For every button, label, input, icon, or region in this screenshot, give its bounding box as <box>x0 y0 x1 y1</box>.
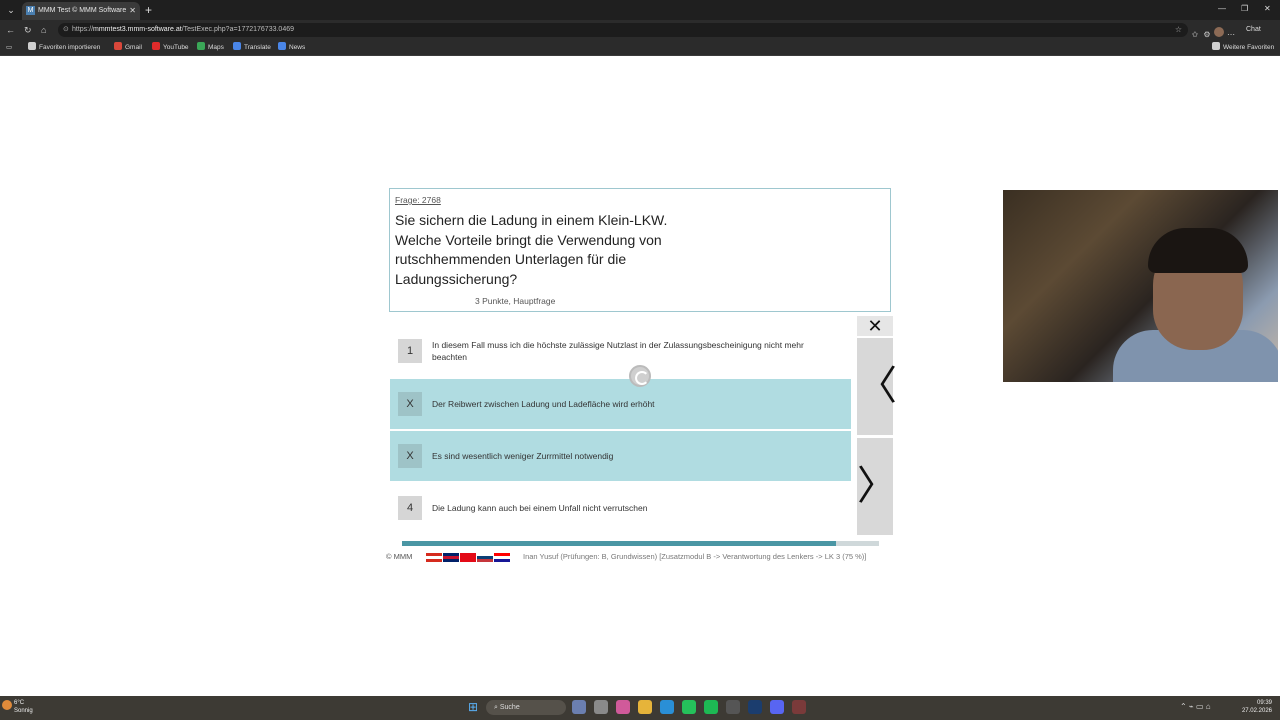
youtube-icon <box>152 42 160 50</box>
answer-option-4[interactable]: 4 Die Ladung kann auch bei einem Unfall … <box>390 483 851 533</box>
extensions-icon[interactable]: ⚙ <box>1202 30 1212 40</box>
page-content: Frage: 2768 Sie sichern die Ladung in ei… <box>2 57 1278 694</box>
taskbar-clock[interactable]: 09:39 27.02.2026 <box>1240 699 1272 715</box>
site-info-icon[interactable]: ⊙ <box>63 24 69 36</box>
refresh-icon[interactable]: ↻ <box>24 24 32 36</box>
answer-key[interactable]: 1 <box>398 339 422 363</box>
language-flag-icon[interactable] <box>460 553 476 562</box>
answer-option-2[interactable]: X Der Reibwert zwischen Ladung und Ladef… <box>390 379 851 429</box>
language-flag-icon[interactable] <box>477 553 493 562</box>
answer-option-1[interactable]: 1 In diesem Fall muss ich die höchste zu… <box>390 332 851 382</box>
browser-tab-bar: ⌄ M MMM Test © MMM Software 2024 ✕ + — ❐… <box>0 0 1280 20</box>
loading-spinner-icon <box>629 365 651 387</box>
copyright-text: © MMM <box>386 552 413 561</box>
tab-title: MMM Test © MMM Software 2024 <box>38 7 126 14</box>
spotify-icon[interactable] <box>704 700 718 714</box>
minimize-icon[interactable]: — <box>1218 3 1226 15</box>
close-test-button[interactable]: ✕ <box>857 316 893 336</box>
language-flags <box>426 553 514 562</box>
new-tab-icon[interactable]: + <box>145 2 152 18</box>
bookmark-youtube[interactable]: YouTube <box>152 42 189 54</box>
windows-taskbar: 6°C Sonnig ⊞ ⌕ Suche ⌃ ⌁ ▭ ⌂ 09:39 27.02… <box>0 696 1280 720</box>
user-info-text: Inan Yusuf (Prüfungen: B, Grundwissen) [… <box>523 552 867 561</box>
weather-widget[interactable]: 6°C Sonnig <box>2 699 33 715</box>
folder-icon <box>28 42 36 50</box>
maps-icon <box>197 42 205 50</box>
progress-fill <box>402 541 837 546</box>
taskbar-search[interactable]: ⌕ Suche <box>486 700 566 715</box>
bookmark-news[interactable]: News <box>278 42 305 54</box>
copilot-chat-button[interactable]: Chat <box>1246 24 1261 36</box>
discord-icon[interactable] <box>770 700 784 714</box>
progress-bar <box>402 541 879 546</box>
bookmark-translate[interactable]: Translate <box>233 42 271 54</box>
clock-date: 27.02.2026 <box>1241 708 1272 714</box>
answer-text: Die Ladung kann auch bei einem Unfall ni… <box>432 503 648 513</box>
answer-text: In diesem Fall muss ich die höchste zulä… <box>432 340 804 362</box>
answer-key[interactable]: 4 <box>398 496 422 520</box>
weather-sun-icon <box>2 700 12 710</box>
previous-question-button[interactable]: 〈 <box>857 338 897 435</box>
question-meta: 3 Punkte, Hauptfrage <box>475 296 556 306</box>
site-favicon-icon: M <box>26 6 35 15</box>
bookmark-maps[interactable]: Maps <box>197 42 224 54</box>
gmail-icon <box>114 42 122 50</box>
weather-temp: 6°C <box>14 700 25 706</box>
bookmarks-bar: ▭ Favoriten importieren Gmail YouTube Ma… <box>0 40 1280 56</box>
window-close-icon[interactable]: ✕ <box>1264 3 1271 15</box>
back-icon[interactable]: ← <box>6 24 15 36</box>
news-icon <box>278 42 286 50</box>
translate-icon <box>233 42 241 50</box>
tab-list-icon[interactable]: ⌄ <box>4 3 18 17</box>
url-input[interactable]: ⊙ https://mmmtest3.mmm-software.at/TestE… <box>58 23 1188 37</box>
app-icon[interactable] <box>726 700 740 714</box>
bookmark-gmail[interactable]: Gmail <box>114 42 142 54</box>
next-question-button[interactable]: 〉 <box>857 438 897 535</box>
windows-start-icon[interactable]: ⊞ <box>468 701 480 713</box>
person-hair <box>1148 228 1248 273</box>
answer-key[interactable]: X <box>398 392 422 416</box>
steam-icon[interactable] <box>748 700 762 714</box>
more-menu-icon[interactable]: ⋯ <box>1226 30 1236 40</box>
home-icon[interactable]: ⌂ <box>41 24 46 36</box>
clock-time: 09:39 <box>1256 700 1272 706</box>
bookmark-import[interactable]: Favoriten importieren <box>28 42 100 54</box>
system-tray[interactable]: ⌃ ⌁ ▭ ⌂ <box>1180 701 1211 713</box>
language-flag-icon[interactable] <box>443 553 459 562</box>
weather-condition: Sonnig <box>14 708 33 714</box>
profile-avatar[interactable] <box>1214 27 1224 37</box>
folder-icon <box>1212 42 1220 50</box>
address-toolbar: ← ↻ ⌂ ⊙ https://mmmtest3.mmm-software.at… <box>0 20 1280 40</box>
question-text: Sie sichern die Ladung in einem Klein-LK… <box>395 212 668 287</box>
webcam-overlay <box>1003 190 1278 382</box>
footer: © MMM Inan Yusuf (Prüfungen: B, Grundwis… <box>386 551 886 563</box>
answer-text: Der Reibwert zwischen Ladung und Ladeflä… <box>432 399 655 409</box>
answer-text: Es sind wesentlich weniger Zurrmittel no… <box>432 451 614 461</box>
browser-tab[interactable]: M MMM Test © MMM Software 2024 ✕ <box>22 2 140 20</box>
url-text: https://mmmtest3.mmm-software.at/TestExe… <box>72 26 294 33</box>
edge-icon[interactable] <box>660 700 674 714</box>
answer-key[interactable]: X <box>398 444 422 468</box>
tab-close-icon[interactable]: ✕ <box>129 5 136 17</box>
whatsapp-icon[interactable] <box>682 700 696 714</box>
maximize-icon[interactable]: ❐ <box>1241 3 1248 15</box>
language-flag-icon[interactable] <box>426 553 442 562</box>
app-icon[interactable] <box>792 700 806 714</box>
bookmark-star-icon[interactable]: ☆ <box>1175 24 1182 36</box>
taskbar-apps <box>572 700 822 716</box>
app-icon[interactable] <box>594 700 608 714</box>
language-flag-icon[interactable] <box>494 553 510 562</box>
other-bookmarks[interactable]: Weitere Favoriten <box>1212 42 1274 54</box>
bookmarks-toggle-icon[interactable]: ▭ <box>6 42 12 54</box>
copilot-icon[interactable] <box>616 700 630 714</box>
file-explorer-icon[interactable] <box>638 700 652 714</box>
answer-option-3[interactable]: X Es sind wesentlich weniger Zurrmittel … <box>390 431 851 481</box>
favorites-icon[interactable]: ✩ <box>1190 30 1200 40</box>
question-number[interactable]: Frage: 2768 <box>395 195 441 205</box>
task-view-icon[interactable] <box>572 700 586 714</box>
extension-icons: ✩ ⚙ ⋯ <box>1190 24 1245 39</box>
question-box: Frage: 2768 Sie sichern die Ladung in ei… <box>389 188 891 312</box>
